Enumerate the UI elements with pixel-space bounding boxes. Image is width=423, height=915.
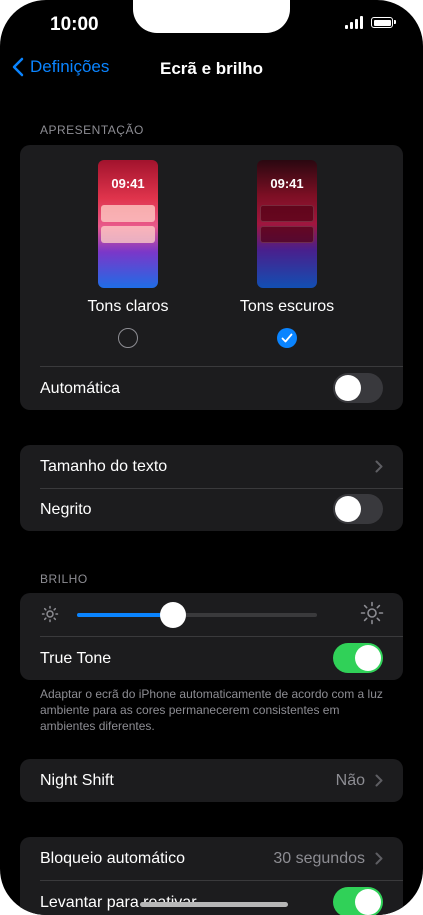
status-time: 10:00 — [50, 14, 99, 35]
brightness-slider-fill — [77, 613, 173, 617]
brightness-card: True Tone — [20, 593, 403, 680]
dark-mode-label: Tons escuros — [239, 298, 335, 315]
home-indicator[interactable] — [140, 902, 288, 907]
night-shift-row[interactable]: Night Shift Não — [20, 759, 403, 802]
dark-mode-radio[interactable] — [277, 328, 297, 348]
chevron-right-icon — [375, 774, 383, 787]
bold-toggle[interactable] — [333, 494, 383, 524]
night-shift-value: Não — [335, 771, 365, 789]
automatic-row: Automática — [20, 367, 403, 410]
brightness-slider[interactable] — [77, 602, 317, 628]
text-card: Tamanho do texto Negrito — [20, 445, 403, 531]
appearance-header: APRESENTAÇÃO — [40, 123, 144, 137]
auto-lock-value: 30 segundos — [273, 849, 365, 867]
text-size-label: Tamanho do texto — [40, 457, 168, 475]
bold-label: Negrito — [40, 500, 92, 518]
true-tone-row: True Tone — [20, 637, 403, 680]
true-tone-toggle[interactable] — [333, 643, 383, 673]
sun-small-icon — [41, 605, 59, 623]
auto-lock-label: Bloqueio automático — [40, 849, 185, 867]
preview-widget — [101, 205, 155, 222]
phone-screen: 10:00 Definições Ecrã e brilho APRESENTA… — [0, 0, 423, 915]
battery-icon — [371, 17, 396, 28]
light-preview-time: 09:41 — [111, 176, 145, 191]
preview-widget — [101, 226, 155, 243]
notch — [133, 0, 290, 33]
automatic-toggle[interactable] — [333, 373, 383, 403]
chevron-right-icon — [375, 852, 383, 865]
status-icons — [345, 16, 396, 29]
dark-preview-time: 09:41 — [270, 176, 304, 191]
night-shift-label: Night Shift — [40, 771, 114, 789]
auto-lock-row[interactable]: Bloqueio automático 30 segundos — [20, 837, 403, 880]
true-tone-label: True Tone — [40, 649, 112, 667]
appearance-card: 09:41 09:41 Tons claros Tons escuros Aut… — [20, 145, 403, 410]
brightness-slider-thumb[interactable] — [160, 602, 186, 628]
cellular-signal-icon — [345, 16, 363, 29]
dark-mode-preview[interactable]: 09:41 — [257, 160, 317, 288]
checkmark-icon — [281, 333, 293, 343]
true-tone-footnote: Adaptar o ecrã do iPhone automaticamente… — [40, 687, 383, 733]
text-size-row[interactable]: Tamanho do texto — [20, 445, 403, 488]
sun-large-icon — [360, 601, 384, 625]
light-mode-preview[interactable]: 09:41 — [98, 160, 158, 288]
preview-widget — [260, 226, 314, 243]
chevron-right-icon — [375, 460, 383, 473]
automatic-label: Automática — [40, 379, 121, 397]
raise-to-wake-row: Levantar para reativar — [20, 881, 403, 915]
page-title: Ecrã e brilho — [160, 59, 263, 78]
night-shift-card: Night Shift Não — [20, 759, 403, 802]
raise-to-wake-toggle[interactable] — [333, 887, 383, 915]
bold-row: Negrito — [20, 488, 403, 531]
brightness-header: BRILHO — [40, 572, 88, 586]
light-mode-label: Tons claros — [87, 298, 169, 315]
light-mode-radio[interactable] — [118, 328, 138, 348]
preview-widget — [260, 205, 314, 222]
